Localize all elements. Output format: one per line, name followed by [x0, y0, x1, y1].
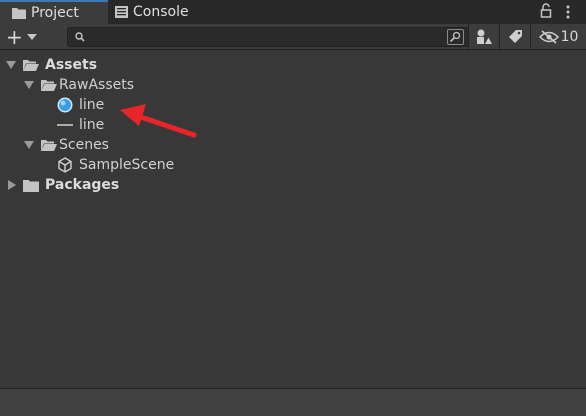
tree-item-label: RawAssets: [59, 77, 135, 93]
search-by-type-icon: [449, 31, 461, 43]
search-by-label-button[interactable]: [499, 24, 530, 50]
tree-item-label: line: [79, 97, 105, 113]
search-input[interactable]: [88, 29, 440, 45]
lock-icon[interactable]: [540, 3, 552, 19]
plus-icon: +: [6, 25, 23, 49]
hidden-packages-count: 10: [560, 29, 579, 45]
window-tab-bar: Project Console: [0, 0, 586, 24]
folder-icon: [23, 179, 39, 192]
search-by-type-button[interactable]: [468, 24, 499, 50]
tab-console[interactable]: Console: [115, 0, 189, 24]
advanced-search-button[interactable]: [447, 29, 464, 45]
tree-item-packages[interactable]: Packages: [8, 175, 119, 195]
shapes-icon: [477, 29, 492, 44]
hidden-packages-toggle[interactable]: 10: [530, 24, 586, 50]
search-field[interactable]: [67, 27, 469, 47]
tree-item-scenes[interactable]: Scenes: [24, 135, 109, 155]
eye-slash-icon: [538, 30, 559, 44]
dropdown-arrow-icon: [26, 34, 37, 40]
tree-item-label: line: [79, 117, 105, 133]
tab-project-label: Project: [31, 5, 79, 21]
project-bottom-bar: [0, 388, 586, 416]
material-sphere-icon: [57, 97, 73, 113]
open-folder-icon: [23, 60, 39, 71]
expand-arrow-icon[interactable]: [24, 141, 34, 149]
annotation-arrow: [120, 104, 197, 138]
tab-console-label: Console: [133, 4, 189, 20]
tree-item-line-material[interactable]: line: [57, 95, 104, 115]
tag-icon: [508, 29, 522, 43]
create-button[interactable]: +: [6, 26, 42, 48]
project-toolbar: + 10: [0, 24, 586, 50]
unity-scene-icon: [58, 157, 72, 173]
collapse-arrow-icon[interactable]: [8, 180, 16, 190]
open-folder-icon: [41, 140, 57, 151]
tree-item-label: Assets: [45, 57, 98, 73]
tab-project[interactable]: Project: [0, 0, 108, 24]
expand-arrow-icon[interactable]: [6, 61, 16, 69]
console-icon: [115, 6, 128, 18]
kebab-menu-icon[interactable]: [566, 5, 570, 19]
tree-item-label: SampleScene: [79, 157, 175, 173]
open-folder-icon: [41, 80, 57, 91]
folder-icon: [12, 8, 26, 19]
line-asset-icon: [57, 124, 73, 126]
tree-item-line-asset[interactable]: line: [57, 115, 104, 135]
tree-item-rawassets[interactable]: RawAssets: [24, 75, 134, 95]
tree-item-samplescene[interactable]: SampleScene: [57, 155, 174, 175]
search-icon: [75, 32, 85, 42]
tree-item-label: Scenes: [59, 137, 109, 153]
expand-arrow-icon[interactable]: [24, 81, 34, 89]
tree-item-label: Packages: [45, 177, 120, 193]
tree-item-assets[interactable]: Assets: [6, 55, 97, 75]
